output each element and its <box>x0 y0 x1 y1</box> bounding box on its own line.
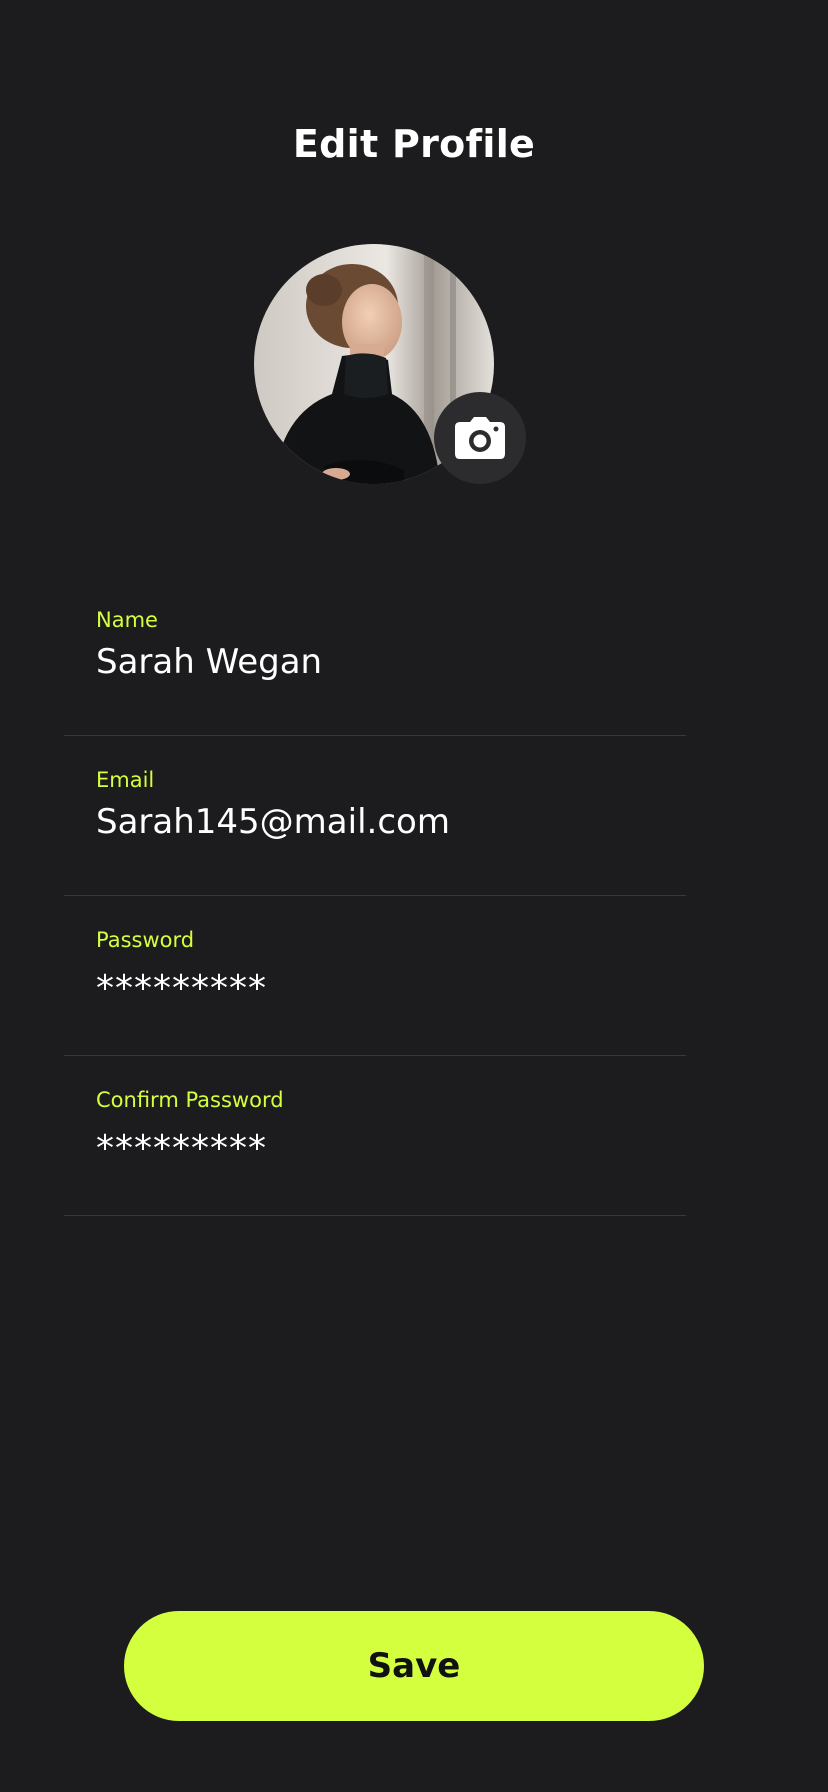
avatar-container <box>254 244 526 484</box>
confirm-password-label: Confirm Password <box>96 1088 284 1112</box>
email-input[interactable]: Sarah145@mail.com <box>96 802 450 842</box>
save-button[interactable]: Save <box>124 1611 704 1721</box>
page-title: Edit Profile <box>292 122 536 166</box>
password-label: Password <box>96 928 195 952</box>
name-input[interactable]: Sarah Wegan <box>96 642 322 682</box>
email-label: Email <box>96 768 155 792</box>
camera-icon <box>455 417 505 459</box>
password-field[interactable]: Password ********* <box>64 896 686 1056</box>
email-field[interactable]: Email Sarah145@mail.com <box>64 736 686 896</box>
name-label: Name <box>96 608 158 632</box>
confirm-password-field[interactable]: Confirm Password ********* <box>64 1056 686 1216</box>
password-input[interactable]: ********* <box>96 968 267 1009</box>
confirm-password-input[interactable]: ********* <box>96 1128 267 1169</box>
name-field[interactable]: Name Sarah Wegan <box>64 576 686 736</box>
change-photo-button[interactable] <box>434 392 526 484</box>
